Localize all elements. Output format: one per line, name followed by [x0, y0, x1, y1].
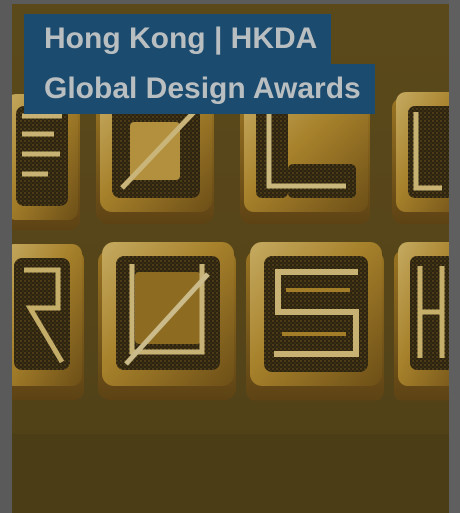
title-block: Hong Kong | HKDA Global Design Awards	[24, 14, 375, 114]
card-title-line-2: Global Design Awards	[24, 64, 375, 114]
page-frame: Hong Kong | HKDA Global Design Awards	[0, 0, 460, 513]
left-gutter	[0, 0, 12, 513]
right-gutter	[449, 0, 460, 513]
card-title-line-1: Hong Kong | HKDA	[24, 14, 332, 64]
award-card[interactable]: Hong Kong | HKDA Global Design Awards	[12, 4, 449, 513]
